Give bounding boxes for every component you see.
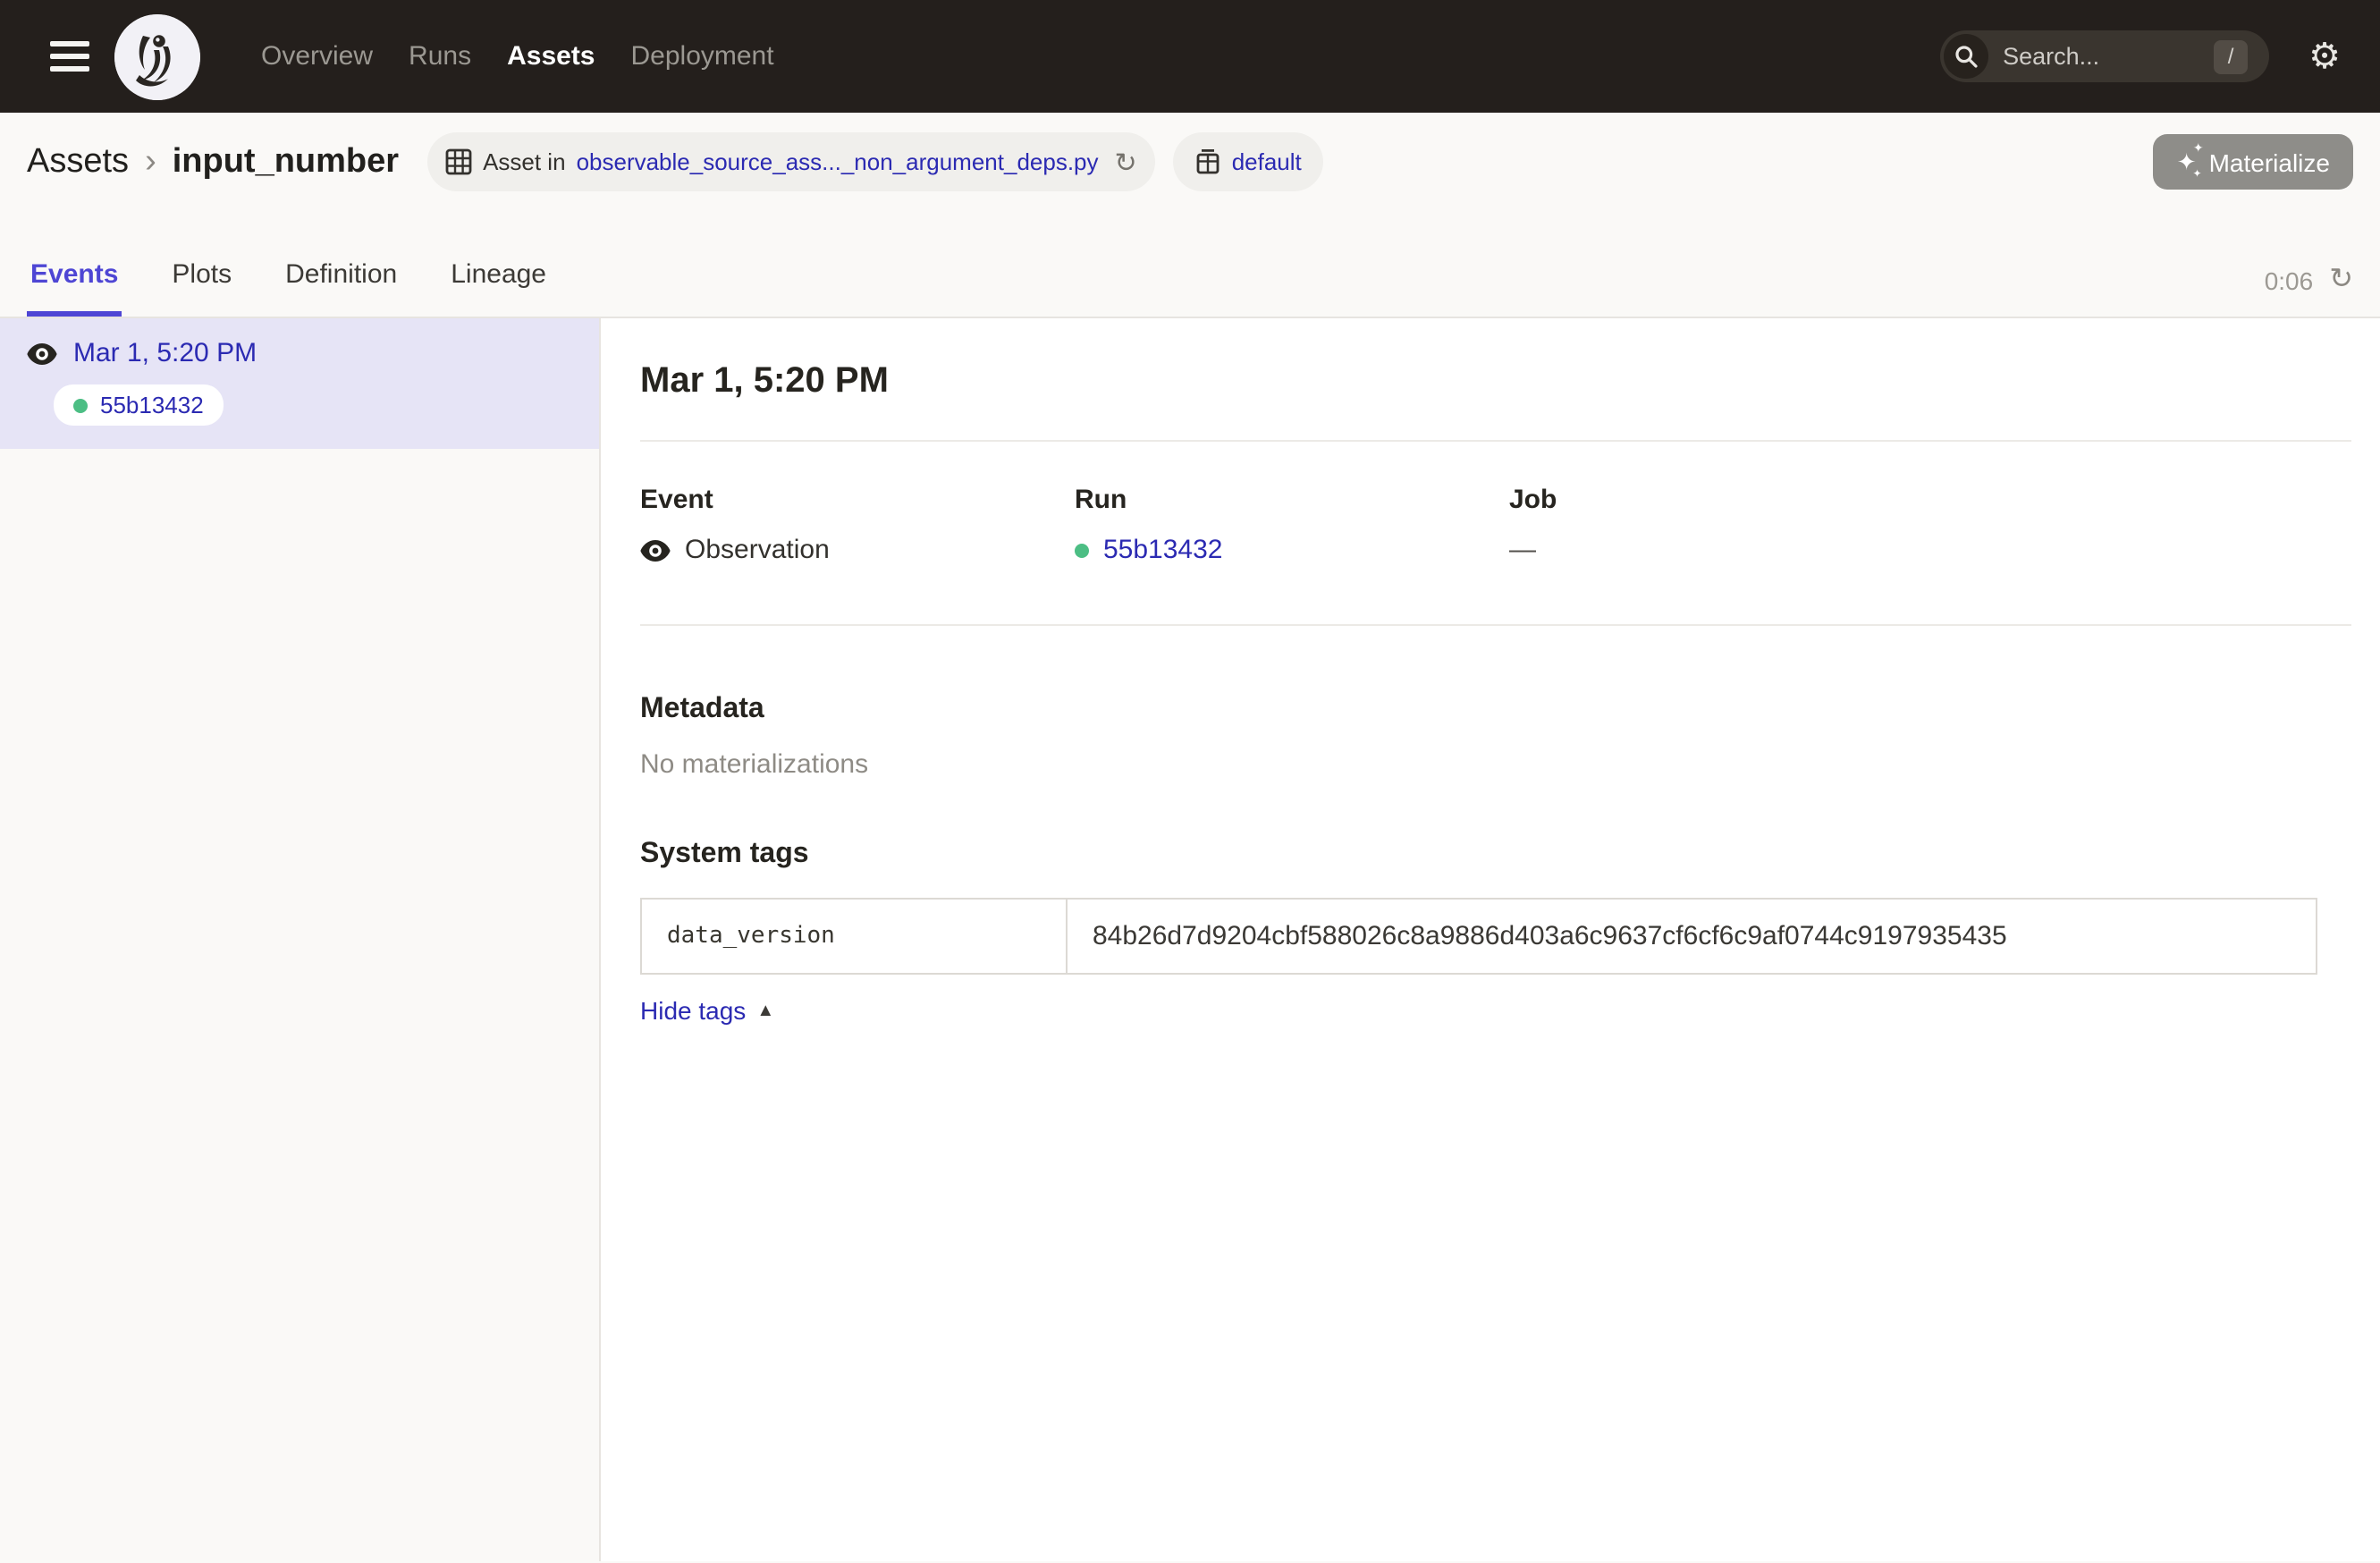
event-column: Event Observation <box>640 485 1075 565</box>
search-icon <box>1944 34 1988 79</box>
run-status-dot <box>1075 543 1089 557</box>
observation-eye-icon <box>27 342 57 364</box>
settings-gear-icon[interactable]: ⚙ <box>2308 38 2341 74</box>
repo-grid-icon <box>1194 148 1221 175</box>
hide-tags-label: Hide tags <box>640 996 746 1025</box>
dagster-logo-icon[interactable] <box>114 13 200 99</box>
events-sidebar: Mar 1, 5:20 PM 55b13432 <box>0 318 601 1561</box>
repo-badge: default <box>1173 132 1323 191</box>
job-column-label: Job <box>1509 485 1944 515</box>
sparkles-icon: ✦ ✦ ✦ <box>2177 150 2197 173</box>
repo-default-link[interactable]: default <box>1232 148 1302 175</box>
breadcrumb-assets-link[interactable]: Assets <box>27 142 129 182</box>
tab-lineage[interactable]: Lineage <box>447 259 550 317</box>
asset-table-icon <box>445 148 472 175</box>
observation-eye-icon <box>640 539 671 561</box>
event-column-label: Event <box>640 485 1075 515</box>
nav-item-overview[interactable]: Overview <box>261 41 373 72</box>
refresh-elapsed-time: 0:06 <box>2265 266 2314 295</box>
dagster-asset-page: Overview Runs Assets Deployment Search..… <box>0 0 2380 1563</box>
run-id-link: 55b13432 <box>100 392 204 418</box>
asset-definition-file-link[interactable]: observable_source_ass..._non_argument_de… <box>577 148 1099 175</box>
nav-item-assets[interactable]: Assets <box>507 41 595 72</box>
job-column: Job — <box>1509 485 1944 565</box>
event-type-value: Observation <box>685 535 830 565</box>
job-empty-value: — <box>1509 535 1536 565</box>
metadata-empty-text: No materializations <box>640 749 2351 780</box>
run-status-dot <box>73 398 88 412</box>
tab-events[interactable]: Events <box>27 259 122 317</box>
divider <box>640 624 2351 626</box>
event-timestamp-link[interactable]: Mar 1, 5:20 PM <box>73 338 257 368</box>
divider <box>640 440 2351 442</box>
search-shortcut-badge: / <box>2214 39 2248 73</box>
top-nav: Overview Runs Assets Deployment Search..… <box>0 0 2380 113</box>
tab-definition[interactable]: Definition <box>282 259 401 317</box>
asset-header: Assets › input_number Asset in observabl… <box>0 113 2380 211</box>
auto-refresh-control: 0:06 ↻ <box>2265 266 2353 317</box>
nav-right: Search... / ⚙ <box>1940 30 2341 82</box>
breadcrumb-separator: › <box>145 142 156 182</box>
search-input[interactable]: Search... / <box>1940 30 2269 82</box>
caret-up-icon: ▲ <box>756 1001 774 1020</box>
tag-value-cell: 84b26d7d9204cbf588026c8a9886d403a6c9637c… <box>1068 900 2316 973</box>
metadata-heading: Metadata <box>640 694 2351 726</box>
materialize-button-label: Materialize <box>2209 148 2330 176</box>
system-tags-table: data_version 84b26d7d9204cbf588026c8a988… <box>640 898 2317 975</box>
asset-tabs-bar: Events Plots Definition Lineage 0:06 ↻ <box>0 211 2380 318</box>
primary-nav: Overview Runs Assets Deployment <box>261 41 774 72</box>
menu-icon[interactable] <box>50 40 89 72</box>
event-run-chip[interactable]: 55b13432 <box>54 384 224 426</box>
event-list-item-selected[interactable]: Mar 1, 5:20 PM 55b13432 <box>0 318 599 449</box>
run-column-label: Run <box>1075 485 1509 515</box>
nav-item-deployment[interactable]: Deployment <box>631 41 774 72</box>
run-id-link[interactable]: 55b13432 <box>1103 535 1223 565</box>
asset-tabs: Events Plots Definition Lineage <box>27 259 550 317</box>
run-column: Run 55b13432 <box>1075 485 1509 565</box>
asset-in-label: Asset in <box>483 148 566 175</box>
search-placeholder: Search... <box>2003 43 2099 70</box>
event-detail-panel: Mar 1, 5:20 PM Event Observation <box>601 318 2380 1561</box>
asset-definition-badge: Asset in observable_source_ass..._non_ar… <box>427 132 1155 191</box>
page-title: input_number <box>173 142 399 182</box>
materialize-button[interactable]: ✦ ✦ ✦ Materialize <box>2154 134 2353 190</box>
reload-definition-icon[interactable]: ↻ <box>1115 146 1137 178</box>
hide-tags-toggle[interactable]: Hide tags ▲ <box>640 996 774 1025</box>
system-tags-heading: System tags <box>640 839 2351 871</box>
tab-plots[interactable]: Plots <box>168 259 235 317</box>
nav-item-runs[interactable]: Runs <box>409 41 471 72</box>
refresh-icon[interactable]: ↻ <box>2329 266 2353 295</box>
tag-key-cell: data_version <box>642 900 1068 973</box>
event-summary-columns: Event Observation Run <box>640 485 2351 565</box>
content-area: Mar 1, 5:20 PM 55b13432 Mar 1, 5:20 PM E… <box>0 318 2380 1561</box>
event-detail-title: Mar 1, 5:20 PM <box>640 361 2351 402</box>
